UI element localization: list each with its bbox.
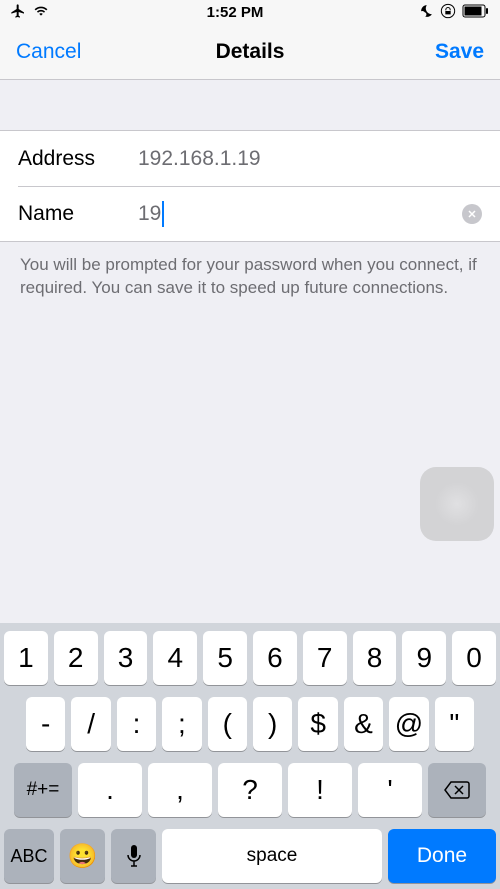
- airplane-mode-icon: [10, 3, 26, 22]
- key-slash[interactable]: /: [71, 697, 110, 751]
- key-7[interactable]: 7: [303, 631, 347, 685]
- address-label: Address: [18, 147, 138, 171]
- key-5[interactable]: 5: [203, 631, 247, 685]
- keyboard: 1 2 3 4 5 6 7 8 9 0 - / : ; ( ) $ & @ " …: [0, 623, 500, 889]
- key-0[interactable]: 0: [452, 631, 496, 685]
- name-label: Name: [18, 202, 138, 226]
- page-title: Details: [216, 40, 285, 64]
- key-hyphen[interactable]: -: [26, 697, 65, 751]
- key-comma[interactable]: ,: [148, 763, 212, 817]
- key-emoji[interactable]: 😀: [60, 829, 105, 883]
- key-symbols-mode[interactable]: #+=: [14, 763, 72, 817]
- backspace-icon: [443, 780, 471, 800]
- status-time: 1:52 PM: [207, 4, 264, 21]
- key-quote[interactable]: ": [435, 697, 474, 751]
- key-colon[interactable]: :: [117, 697, 156, 751]
- key-8[interactable]: 8: [353, 631, 397, 685]
- assistive-touch-button[interactable]: [420, 467, 494, 541]
- key-question[interactable]: ?: [218, 763, 282, 817]
- form-section: Address 192.168.1.19 Name 19: [0, 130, 500, 242]
- status-bar: 1:52 PM: [0, 0, 500, 24]
- battery-icon: [462, 4, 490, 21]
- name-row[interactable]: Name 19: [18, 186, 500, 241]
- key-done[interactable]: Done: [388, 829, 496, 883]
- orientation-lock-icon: [440, 3, 456, 22]
- key-closeparen[interactable]: ): [253, 697, 292, 751]
- key-semicolon[interactable]: ;: [162, 697, 201, 751]
- status-right: [420, 3, 490, 22]
- key-space[interactable]: space: [162, 829, 382, 883]
- keyboard-row-4: ABC 😀 space Done: [4, 829, 496, 883]
- key-at[interactable]: @: [389, 697, 428, 751]
- keyboard-row-1: 1 2 3 4 5 6 7 8 9 0: [4, 631, 496, 685]
- cancel-button[interactable]: Cancel: [16, 40, 81, 64]
- do-not-disturb-icon: [420, 4, 434, 21]
- key-abc-mode[interactable]: ABC: [4, 829, 54, 883]
- key-9[interactable]: 9: [402, 631, 446, 685]
- key-dollar[interactable]: $: [298, 697, 337, 751]
- assistive-touch-icon: [435, 482, 479, 526]
- key-exclaim[interactable]: !: [288, 763, 352, 817]
- address-row[interactable]: Address 192.168.1.19: [0, 131, 500, 186]
- key-1[interactable]: 1: [4, 631, 48, 685]
- status-left: [10, 3, 50, 22]
- key-apostrophe[interactable]: ': [358, 763, 422, 817]
- emoji-icon: 😀: [68, 842, 98, 871]
- name-input[interactable]: 19: [138, 201, 482, 227]
- key-period[interactable]: .: [78, 763, 142, 817]
- navigation-bar: Cancel Details Save: [0, 24, 500, 80]
- wifi-icon: [32, 4, 50, 21]
- keyboard-row-2: - / : ; ( ) $ & @ ": [4, 697, 496, 751]
- footer-help-text: You will be prompted for your password w…: [0, 242, 500, 312]
- microphone-icon: [126, 844, 142, 868]
- text-cursor: [162, 201, 164, 227]
- key-2[interactable]: 2: [54, 631, 98, 685]
- keyboard-row-3: #+= . , ? ! ': [4, 763, 496, 817]
- save-button[interactable]: Save: [435, 40, 484, 64]
- key-6[interactable]: 6: [253, 631, 297, 685]
- key-3[interactable]: 3: [104, 631, 148, 685]
- key-4[interactable]: 4: [153, 631, 197, 685]
- key-backspace[interactable]: [428, 763, 486, 817]
- key-openparen[interactable]: (: [208, 697, 247, 751]
- address-value: 192.168.1.19: [138, 147, 482, 171]
- clear-text-button[interactable]: [462, 204, 482, 224]
- key-ampersand[interactable]: &: [344, 697, 383, 751]
- key-dictation[interactable]: [111, 829, 156, 883]
